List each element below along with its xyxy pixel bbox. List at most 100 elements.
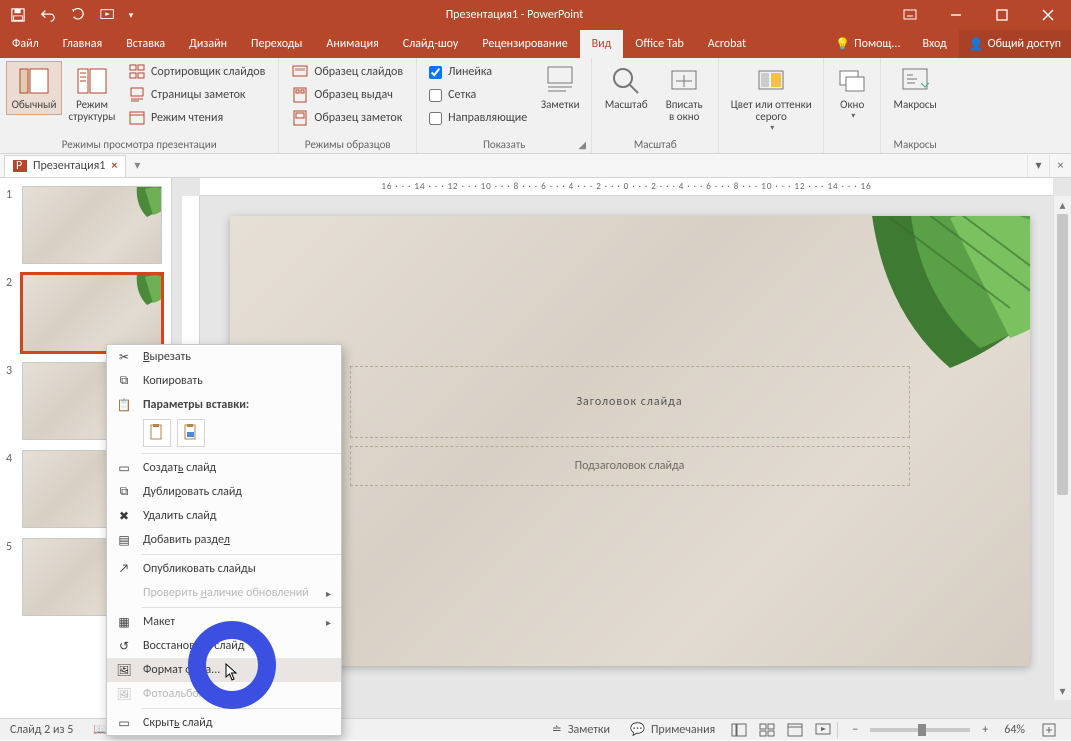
- ctx-hide-slide[interactable]: ▭Скрыть слайд: [107, 711, 341, 735]
- ctx-format-background[interactable]: 🖼Формат фона...: [107, 658, 341, 682]
- album-icon: 🖼: [115, 685, 133, 703]
- save-button[interactable]: [4, 2, 32, 28]
- zoom-level[interactable]: 64%: [1000, 723, 1029, 737]
- vertical-scrollbar[interactable]: ▴ ▾: [1053, 196, 1071, 700]
- paste-keep-formatting[interactable]: [143, 419, 171, 447]
- qat-customize[interactable]: ▾: [124, 2, 138, 28]
- scroll-down[interactable]: ▾: [1054, 682, 1071, 700]
- close-button[interactable]: [1025, 0, 1071, 30]
- tabstrip-options[interactable]: ▾: [1027, 155, 1049, 177]
- ctx-publish-slides[interactable]: ↗Опубликовать слайды: [107, 557, 341, 581]
- slide-canvas[interactable]: Заголовок слайда Подзаголовок слайда: [230, 216, 1030, 666]
- format-bg-icon: 🖼: [115, 661, 133, 679]
- subtitle-placeholder[interactable]: Подзаголовок слайда: [350, 446, 910, 486]
- fit-window-button[interactable]: Вписать в окно: [656, 61, 712, 127]
- document-tabs: P Презентация1 × ▾ ▾ ×: [0, 154, 1071, 178]
- zoom-slider[interactable]: [870, 728, 970, 732]
- reading-view-button[interactable]: Режим чтения: [122, 107, 272, 129]
- notes-icon: ≐: [552, 722, 562, 737]
- tab-insert[interactable]: Вставка: [114, 30, 177, 58]
- tab-home[interactable]: Главная: [51, 30, 114, 58]
- horizontal-ruler[interactable]: 16 · · · 14 · · · 12 · · · 10 · · · 8 · …: [200, 178, 1053, 196]
- view-reading-button[interactable]: [781, 719, 809, 741]
- tell-me-button[interactable]: 💡Помощ...: [825, 30, 910, 58]
- color-grayscale-menu[interactable]: Цвет или оттенки серого: [725, 61, 817, 137]
- group-zoom: Масштаб Вписать в окно Масштаб: [592, 58, 719, 153]
- window-menu[interactable]: Окно: [830, 61, 874, 125]
- fit-to-window-button[interactable]: [1035, 719, 1063, 741]
- notes-page-button[interactable]: Страницы заметок: [122, 84, 272, 106]
- show-launcher[interactable]: ◢: [575, 137, 589, 151]
- hide-icon: ▭: [115, 714, 133, 732]
- ribbon: Обычный Режим структуры Сортировщик слай…: [0, 58, 1071, 154]
- ctx-add-section[interactable]: ▤Добавить раздел: [107, 528, 341, 552]
- notes-master-button[interactable]: Образец заметок: [285, 107, 410, 129]
- ctx-delete-slide[interactable]: ✖Удалить слайд: [107, 504, 341, 528]
- tab-acrobat[interactable]: Acrobat: [696, 30, 758, 58]
- handout-master-button[interactable]: Образец выдач: [285, 84, 410, 106]
- maximize-button[interactable]: [979, 0, 1025, 30]
- group-macros: Макросы Макросы: [881, 58, 949, 153]
- tab-design[interactable]: Дизайн: [177, 30, 239, 58]
- scroll-up[interactable]: ▴: [1054, 196, 1071, 214]
- notes-button[interactable]: Заметки: [535, 61, 585, 115]
- tabstrip-close[interactable]: ×: [1049, 155, 1071, 177]
- status-notes-toggle[interactable]: ≐Заметки: [542, 719, 620, 740]
- ctx-new-slide[interactable]: ▭Создать слайд: [107, 456, 341, 480]
- ctx-reset-slide[interactable]: ↺Восстановить слайд: [107, 634, 341, 658]
- publish-icon: ↗: [115, 560, 133, 578]
- doc-tab[interactable]: P Презентация1 ×: [4, 155, 126, 177]
- undo-button[interactable]: [34, 2, 62, 28]
- tab-view[interactable]: Вид: [580, 30, 624, 58]
- slide-sorter-button[interactable]: Сортировщик слайдов: [122, 61, 272, 83]
- gridlines-checkbox[interactable]: Сетка: [423, 84, 533, 106]
- status-slide-counter[interactable]: Слайд 2 из 5: [0, 719, 83, 740]
- minimize-button[interactable]: [933, 0, 979, 30]
- view-slideshow-button[interactable]: [809, 719, 837, 741]
- start-slideshow-button[interactable]: [94, 2, 122, 28]
- duplicate-icon: ⧉: [115, 483, 133, 501]
- ctx-check-updates: Проверить наличие обновлений▸: [107, 581, 341, 605]
- redo-button[interactable]: [64, 2, 92, 28]
- tab-review[interactable]: Рецензирование: [470, 30, 579, 58]
- tab-animations[interactable]: Анимация: [314, 30, 390, 58]
- title-placeholder[interactable]: Заголовок слайда: [350, 366, 910, 438]
- tab-officetab[interactable]: Office Tab: [623, 30, 695, 58]
- ruler-checkbox[interactable]: Линейка: [423, 61, 533, 83]
- ribbon-options-button[interactable]: [887, 0, 933, 30]
- ctx-duplicate-slide[interactable]: ⧉Дублировать слайд: [107, 480, 341, 504]
- ctx-copy[interactable]: ⧉Копировать: [107, 369, 341, 393]
- normal-view-button[interactable]: Обычный: [6, 61, 62, 115]
- paste-icon: 📋: [115, 396, 133, 414]
- zoom-button[interactable]: Масштаб: [598, 61, 654, 115]
- view-sorter-button[interactable]: [753, 719, 781, 741]
- outline-view-button[interactable]: Режим структуры: [64, 61, 120, 127]
- tab-transitions[interactable]: Переходы: [239, 30, 314, 58]
- doc-tab-add[interactable]: ▾: [126, 158, 148, 173]
- quick-access-toolbar: ▾: [0, 2, 142, 28]
- tab-file[interactable]: Файл: [0, 30, 51, 58]
- guides-checkbox[interactable]: Направляющие: [423, 107, 533, 129]
- thumbnail-1[interactable]: [22, 186, 162, 264]
- share-button[interactable]: 👤Общий доступ: [959, 30, 1071, 58]
- ctx-layout[interactable]: ▦Макет▸: [107, 610, 341, 634]
- zoom-handle[interactable]: [918, 724, 926, 736]
- zoom-in-button[interactable]: +: [976, 721, 994, 739]
- paste-picture[interactable]: [177, 419, 205, 447]
- section-icon: ▤: [115, 531, 133, 549]
- layout-icon: ▦: [115, 613, 133, 631]
- ctx-cut[interactable]: ✂Вырезать: [107, 345, 341, 369]
- doc-tab-close[interactable]: ×: [111, 159, 117, 173]
- lightbulb-icon: 💡: [835, 37, 850, 52]
- zoom-out-button[interactable]: −: [846, 721, 864, 739]
- tab-slideshow[interactable]: Слайд-шоу: [391, 30, 471, 58]
- scroll-thumb[interactable]: [1057, 214, 1068, 495]
- group-show: Линейка Сетка Направляющие Заметки Показ…: [417, 58, 592, 153]
- macros-button[interactable]: Макросы: [887, 61, 943, 115]
- copy-icon: ⧉: [115, 372, 133, 390]
- status-comments-toggle[interactable]: 💬Примечания: [620, 719, 725, 740]
- slide-master-button[interactable]: Образец слайдов: [285, 61, 410, 83]
- thumbnail-2[interactable]: [22, 274, 162, 352]
- view-normal-button[interactable]: [725, 719, 753, 741]
- sign-in-button[interactable]: Вход: [912, 30, 956, 58]
